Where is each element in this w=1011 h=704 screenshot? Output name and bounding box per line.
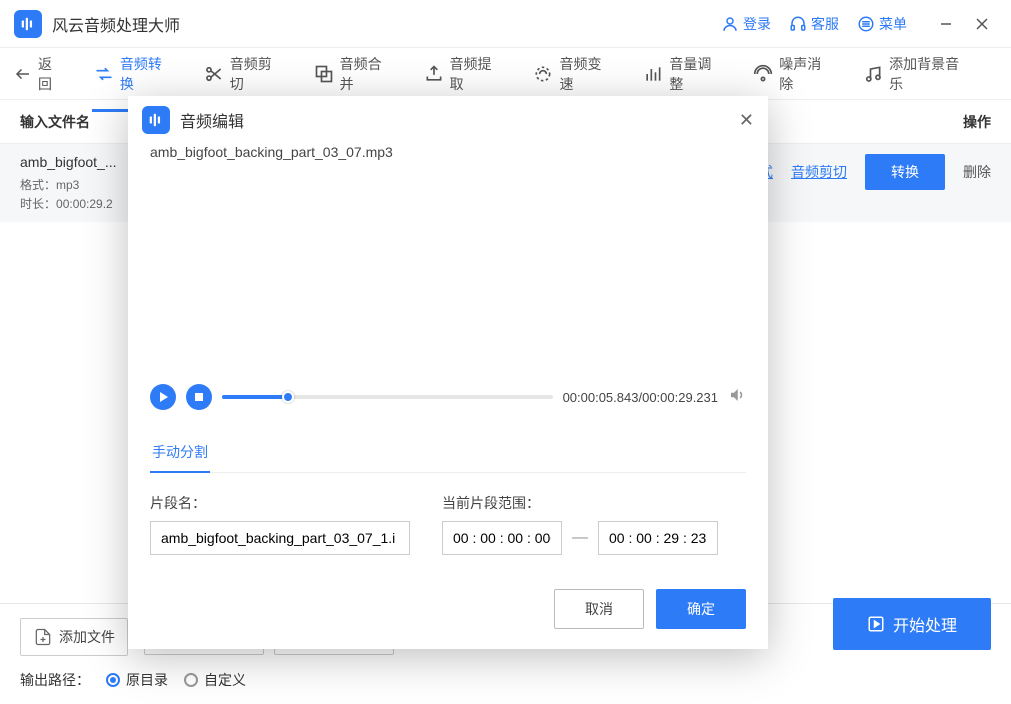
segment-name-input[interactable]	[150, 521, 410, 555]
app-title: 风云音频处理大师	[52, 12, 180, 36]
field-segment-range: 当前片段范围： —	[442, 493, 718, 555]
progress-thumb[interactable]	[282, 391, 294, 403]
modal-filename: amb_bigfoot_backing_part_03_07.mp3	[150, 144, 746, 160]
tab-label: 音频剪切	[230, 54, 286, 94]
audio-edit-modal: 音频编辑 ✕ amb_bigfoot_backing_part_03_07.mp…	[128, 96, 768, 649]
support-label: 客服	[811, 14, 839, 34]
tab-label: 添加背景音乐	[889, 54, 973, 94]
tab-label: 音频合并	[340, 54, 396, 94]
add-file-label: 添加文件	[59, 627, 115, 647]
tab-audio-extract[interactable]: 音频提取	[422, 50, 508, 98]
tab-label: 音量调整	[669, 54, 725, 94]
radio-original-dir[interactable]: 原目录	[106, 670, 168, 690]
file-meta: amb_bigfoot_... 格式：mp3 时长：00:00:29.2	[20, 154, 117, 212]
back-label: 返回	[38, 54, 66, 94]
start-processing-button[interactable]: 开始处理	[833, 598, 991, 650]
tab-label: 音频变速	[559, 54, 615, 94]
file-name: amb_bigfoot_...	[20, 154, 117, 170]
start-label: 开始处理	[893, 612, 957, 636]
add-file-button[interactable]: 添加文件	[20, 618, 128, 656]
modal-title: 音频编辑	[180, 108, 244, 132]
delete-link[interactable]: 删除	[963, 162, 991, 182]
waveform-display[interactable]	[150, 174, 746, 374]
tab-noise-removal[interactable]: 噪声消除	[751, 50, 837, 98]
cancel-button[interactable]: 取消	[554, 589, 644, 629]
range-start-input[interactable]	[442, 521, 562, 555]
play-button[interactable]	[150, 384, 176, 410]
menu-link[interactable]: 菜单	[857, 14, 907, 34]
tab-manual-split[interactable]: 手动分割	[150, 432, 210, 472]
modal-close-button[interactable]: ✕	[739, 110, 754, 131]
radio-label: 自定义	[204, 670, 246, 690]
segment-range-label: 当前片段范围：	[442, 493, 718, 513]
modal-logo	[142, 106, 170, 134]
app-logo	[14, 10, 42, 38]
modal-header: 音频编辑 ✕	[128, 96, 768, 144]
segment-fields: 片段名： 当前片段范围： —	[150, 493, 746, 555]
outpath-label: 输出路径：	[20, 670, 90, 690]
tab-add-bgm[interactable]: 添加背景音乐	[861, 50, 975, 98]
back-button[interactable]: 返回	[12, 50, 68, 98]
modal-footer: 取消 确定	[128, 575, 768, 649]
radio-custom-dir[interactable]: 自定义	[184, 670, 246, 690]
login-link[interactable]: 登录	[721, 14, 771, 34]
radio-label: 原目录	[126, 670, 168, 690]
time-display: 00:00:05.843/00:00:29.231	[563, 390, 718, 405]
stop-button[interactable]	[186, 384, 212, 410]
confirm-button[interactable]: 确定	[656, 589, 746, 629]
tab-label: 噪声消除	[779, 54, 835, 94]
convert-button[interactable]: 转换	[865, 154, 945, 190]
tab-audio-cut[interactable]: 音频剪切	[202, 50, 288, 98]
radio-dot-icon	[106, 673, 120, 687]
radio-dot-icon	[184, 673, 198, 687]
tab-label: 音频转换	[120, 54, 176, 94]
tab-audio-merge[interactable]: 音频合并	[312, 50, 398, 98]
tab-label: 音频提取	[450, 54, 506, 94]
col-header-ops: 操作	[963, 112, 991, 132]
tab-audio-speed[interactable]: 音频变速	[531, 50, 617, 98]
progress-fill	[222, 395, 288, 399]
field-segment-name: 片段名：	[150, 493, 410, 555]
modal-tabs: 手动分割	[150, 432, 746, 473]
link-audio-cut[interactable]: 音频剪切	[791, 162, 847, 182]
menu-label: 菜单	[879, 14, 907, 34]
login-label: 登录	[743, 14, 771, 34]
volume-icon[interactable]	[728, 386, 746, 409]
tab-volume-adjust[interactable]: 音量调整	[641, 50, 727, 98]
titlebar: 风云音频处理大师 登录 客服 菜单	[0, 0, 1011, 48]
close-button[interactable]	[967, 9, 997, 39]
file-duration: 时长：00:00:29.2	[20, 195, 117, 212]
player-controls: 00:00:05.843/00:00:29.231	[150, 384, 746, 410]
range-dash: —	[572, 529, 588, 547]
support-link[interactable]: 客服	[789, 14, 839, 34]
toolbar: 返回 音频转换 音频剪切 音频合并 音频提取 音频变速 音量调整 噪声消除 添加…	[0, 48, 1011, 100]
minimize-button[interactable]	[931, 9, 961, 39]
range-end-input[interactable]	[598, 521, 718, 555]
segment-name-label: 片段名：	[150, 493, 410, 513]
tab-audio-convert[interactable]: 音频转换	[92, 50, 178, 98]
file-format: 格式：mp3	[20, 176, 117, 193]
progress-bar[interactable]	[222, 395, 553, 399]
